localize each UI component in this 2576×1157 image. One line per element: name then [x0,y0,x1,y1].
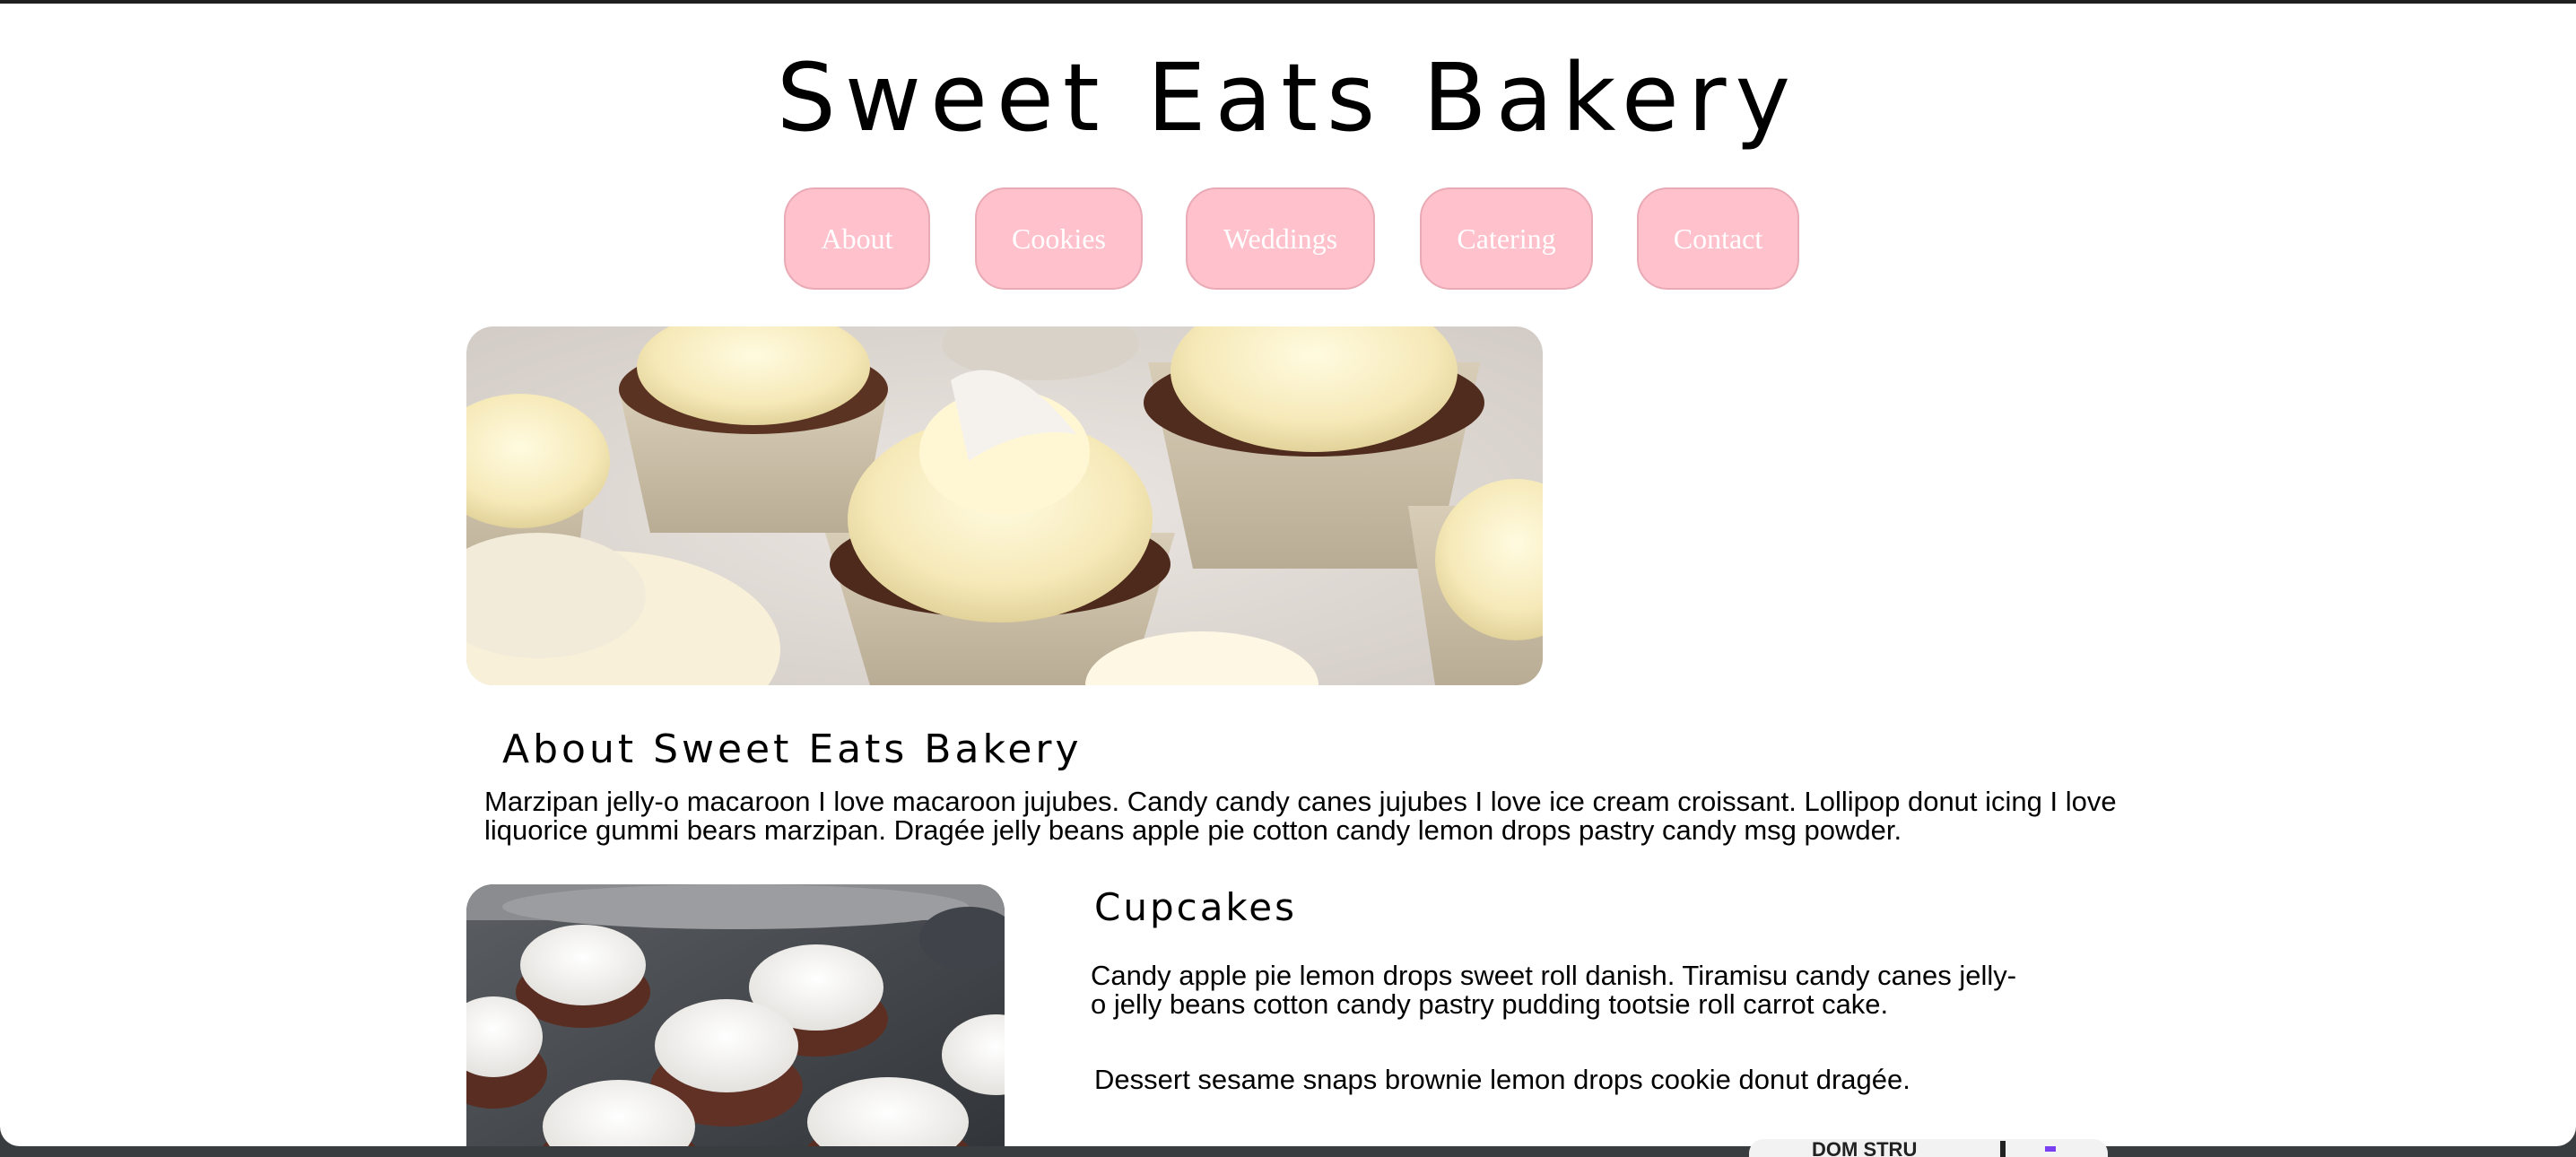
cupcakes-paragraph-2: Dessert sesame snaps brownie lemon drops… [1094,1064,1910,1095]
main-nav: About Cookies Weddings Catering Contact [0,187,2576,290]
devtools-indicator-icon [2045,1146,2056,1152]
nav-cookies-button[interactable]: Cookies [975,187,1143,290]
devtools-label: DOM STRU [1812,1139,1918,1157]
nav-weddings-button[interactable]: Weddings [1186,187,1375,290]
devtools-panel-peek[interactable]: DOM STRU [1749,1139,2108,1157]
cupcakes-image [466,884,1005,1146]
site-title: Sweet Eats Bakery [776,43,1800,152]
nav-contact-button[interactable]: Contact [1637,187,1799,290]
about-heading: About Sweet Eats Bakery [502,726,1083,772]
cupcakes-heading: Cupcakes [1094,885,1297,929]
nav-about-button[interactable]: About [784,187,930,290]
nav-catering-button[interactable]: Catering [1420,187,1593,290]
about-paragraph: Marzipan jelly-o macaroon I love macaroo… [484,786,2117,846]
devtools-divider [2000,1141,2006,1157]
browser-viewport: Sweet Eats Bakery About Cookies Weddings… [0,0,2576,1146]
cupcakes-paragraph-1: Candy apple pie lemon drops sweet roll d… [1091,960,2017,1020]
hero-cupcakes-image [466,326,1543,685]
